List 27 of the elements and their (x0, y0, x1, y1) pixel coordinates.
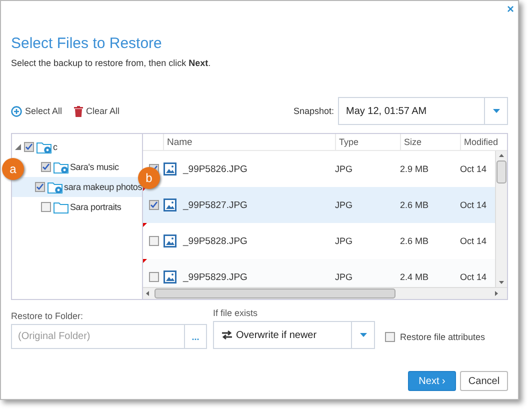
file-name: _99P5828.JPG (183, 236, 248, 246)
instructions: Select the backup to restore from, then click Next. (11, 58, 212, 68)
tree-label: Sara's music (70, 162, 119, 172)
table-cell-text: Oct 14 (460, 200, 488, 210)
checkbox-label: Restore file attributes (400, 332, 486, 342)
table-cell-text: 2.9 MB (400, 164, 430, 174)
dialog-title: Select Files to Restore (11, 35, 163, 52)
table-cell-text: Oct 14 (460, 236, 488, 246)
table-cell-text: 2.6 MB (400, 200, 430, 210)
table-cell-text: Oct 14 (460, 164, 488, 174)
table-cell-text: 2.4 MB (400, 272, 430, 282)
table-cell-text: JPG (335, 272, 354, 282)
table-cell-text: JPG (335, 164, 354, 174)
file-name: _99P5829.JPG (183, 272, 248, 282)
tree-label: c (53, 142, 58, 152)
tree-label: sara makeup photos (64, 182, 142, 192)
snapshot-label: Snapshot: (293, 106, 334, 116)
callout-tooltip: a (2, 158, 24, 180)
file-name: _99P5826.JPG (183, 164, 248, 174)
field-label: Restore to Folder: (11, 311, 84, 321)
table-cell-text: 2.6 MB (400, 236, 430, 246)
field-label: If file exists (213, 308, 259, 318)
table-cell-text: JPG (335, 200, 354, 210)
table-cell-text: Oct 14 (460, 272, 488, 282)
tree-label: Sara portraits (70, 202, 122, 212)
file-name: _99P5827.JPG (183, 200, 248, 210)
table-cell-text: JPG (335, 236, 354, 246)
